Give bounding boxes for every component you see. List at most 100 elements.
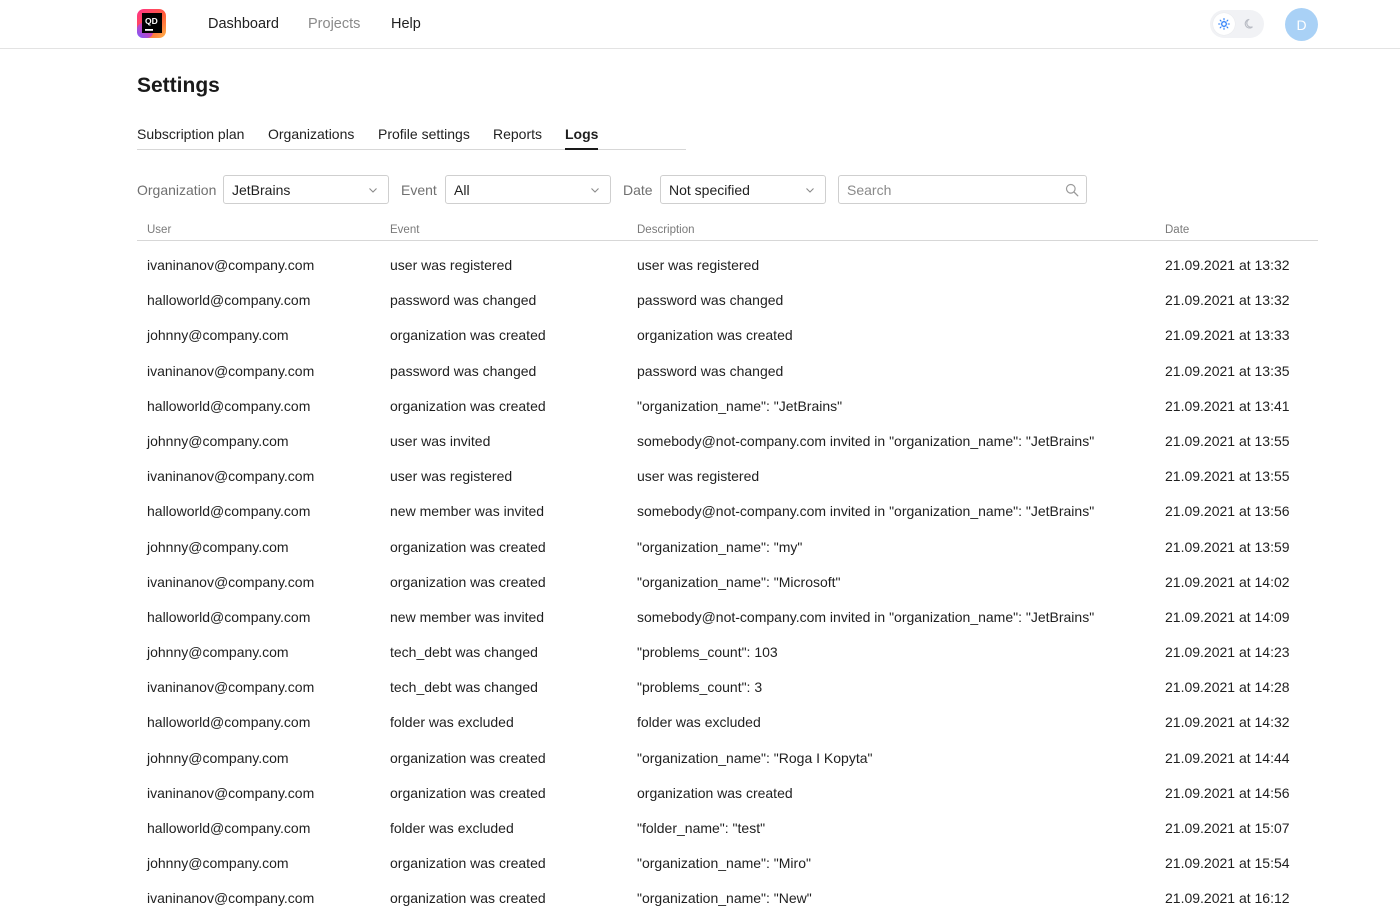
table-body: ivaninanov@company.com user was registere…: [137, 241, 1318, 910]
chevron-down-icon: [369, 188, 377, 193]
cell-description: organization was created: [637, 327, 793, 344]
event-select[interactable]: All: [445, 175, 611, 204]
table-row: ivaninanov@company.com organization was c…: [137, 769, 1318, 804]
tab-reports[interactable]: Reports: [493, 126, 542, 143]
cell-event: password was changed: [390, 292, 537, 309]
svg-text:QD: QD: [145, 16, 158, 26]
tab-logs[interactable]: Logs: [565, 126, 599, 150]
qodana-logo-icon[interactable]: QD: [137, 9, 167, 39]
cell-user: ivaninanov@company.com: [147, 362, 315, 379]
tab-profile-settings[interactable]: Profile settings: [378, 126, 470, 143]
light-theme-option[interactable]: [1213, 13, 1235, 35]
cell-event: user was registered: [390, 257, 513, 273]
organization-filter-label: Organization: [137, 182, 217, 198]
table-row: johnny@company.com tech_debt was changed "…: [137, 628, 1318, 663]
table-row: ivaninanov@company.com organization was c…: [137, 558, 1318, 593]
cell-user: johnny@company.com: [147, 538, 289, 555]
column-header-date[interactable]: Date: [1165, 223, 1189, 237]
cell-event: organization was created: [390, 855, 546, 872]
cell-date: 21.09.2021 at 14:32: [1165, 714, 1290, 731]
search-icon[interactable]: [1065, 183, 1079, 197]
table-row: ivaninanov@company.com tech_debt was chan…: [137, 663, 1318, 698]
cell-user: halloworld@company.com: [147, 292, 311, 309]
cell-user: halloworld@company.com: [147, 608, 311, 625]
column-header-user[interactable]: User: [147, 223, 171, 237]
cell-user: ivaninanov@company.com: [147, 784, 315, 801]
table-row: ivaninanov@company.com user was registere…: [137, 452, 1318, 487]
cell-date: 21.09.2021 at 16:12: [1165, 890, 1290, 907]
cell-user: ivaninanov@company.com: [147, 573, 315, 590]
cell-description: password was changed: [637, 362, 784, 379]
cell-date: 21.09.2021 at 14:23: [1165, 644, 1290, 661]
table-row: halloworld@company.com new member was inv…: [137, 593, 1318, 628]
nav-help[interactable]: Help: [391, 15, 421, 33]
cell-description: "organization_name": "Roga I Kopyta": [637, 749, 873, 766]
page-title: Settings: [137, 74, 220, 97]
nav-dashboard[interactable]: Dashboard: [208, 15, 279, 33]
cell-description: "organization_name": "my": [637, 538, 803, 555]
cell-description: organization was created: [637, 784, 793, 801]
cell-date: 21.09.2021 at 13:59: [1165, 538, 1290, 555]
top-navigation-bar: QD Dashboard Projects Help D: [0, 0, 1400, 49]
cell-date: 21.09.2021 at 13:32: [1165, 257, 1290, 273]
tab-subscription-plan[interactable]: Subscription plan: [137, 126, 244, 143]
cell-date: 21.09.2021 at 13:55: [1165, 468, 1290, 485]
cell-event: organization was created: [390, 573, 546, 590]
user-avatar[interactable]: D: [1285, 8, 1318, 41]
cell-user: ivaninanov@company.com: [147, 257, 315, 273]
cell-event: folder was excluded: [390, 714, 514, 731]
column-header-description[interactable]: Description: [637, 223, 695, 237]
dark-theme-option[interactable]: [1239, 13, 1261, 35]
cell-user: johnny@company.com: [147, 432, 289, 449]
nav-projects[interactable]: Projects: [308, 15, 360, 33]
cell-event: user was invited: [390, 432, 491, 449]
organization-select-value: JetBrains: [232, 182, 291, 198]
organization-select[interactable]: JetBrains: [223, 175, 389, 204]
table-row: johnny@company.com organization was creat…: [137, 311, 1318, 346]
cell-description: somebody@not-company.com invited in "org…: [637, 608, 1095, 625]
settings-tabs: Subscription plan Organizations Profile …: [137, 124, 686, 150]
cell-event: user was registered: [390, 468, 513, 485]
cell-user: johnny@company.com: [147, 644, 289, 661]
cell-description: "organization_name": "Microsoft": [637, 573, 841, 590]
table-row: johnny@company.com organization was creat…: [137, 523, 1318, 558]
table-row: halloworld@company.com organization was c…: [137, 382, 1318, 417]
table-row: halloworld@company.com folder was exclude…: [137, 804, 1318, 839]
cell-user: ivaninanov@company.com: [147, 468, 315, 485]
cell-description: "organization_name": "Miro": [637, 855, 811, 872]
sun-icon: [1218, 18, 1230, 30]
moon-icon: [1244, 18, 1253, 29]
cell-event: organization was created: [390, 784, 546, 801]
cell-user: ivaninanov@company.com: [147, 890, 315, 907]
cell-description: "problems_count": 3: [637, 679, 763, 696]
cell-date: 21.09.2021 at 13:56: [1165, 503, 1290, 520]
table-row: ivaninanov@company.com user was registere…: [137, 241, 1318, 276]
cell-date: 21.09.2021 at 13:55: [1165, 432, 1290, 449]
table-row: johnny@company.com user was invited somebo…: [137, 417, 1318, 452]
chevron-down-icon: [591, 188, 599, 193]
search-input[interactable]: [840, 177, 1060, 202]
cell-date: 21.09.2021 at 15:54: [1165, 855, 1290, 872]
tab-organizations[interactable]: Organizations: [268, 126, 354, 143]
table-header: User Event Description Date: [137, 220, 1318, 241]
column-header-event[interactable]: Event: [390, 223, 419, 237]
cell-user: johnny@company.com: [147, 855, 289, 872]
cell-user: ivaninanov@company.com: [147, 679, 315, 696]
cell-description: somebody@not-company.com invited in "org…: [637, 432, 1095, 449]
date-select[interactable]: Not specified: [660, 175, 826, 204]
table-row: halloworld@company.com password was chang…: [137, 276, 1318, 311]
logs-table: User Event Description Date ivaninanov@c…: [137, 220, 1318, 910]
table-row: johnny@company.com organization was creat…: [137, 734, 1318, 769]
theme-toggle[interactable]: [1210, 10, 1264, 38]
cell-date: 21.09.2021 at 14:44: [1165, 749, 1290, 766]
cell-date: 21.09.2021 at 13:32: [1165, 292, 1290, 309]
cell-description: folder was excluded: [637, 714, 761, 731]
cell-event: tech_debt was changed: [390, 644, 538, 661]
cell-event: new member was invited: [390, 503, 545, 520]
table-row: halloworld@company.com folder was exclude…: [137, 698, 1318, 733]
cell-user: halloworld@company.com: [147, 820, 311, 836]
chevron-down-icon: [806, 188, 814, 193]
cell-event: organization was created: [390, 890, 546, 907]
cell-event: folder was excluded: [390, 820, 514, 836]
cell-event: password was changed: [390, 362, 537, 379]
